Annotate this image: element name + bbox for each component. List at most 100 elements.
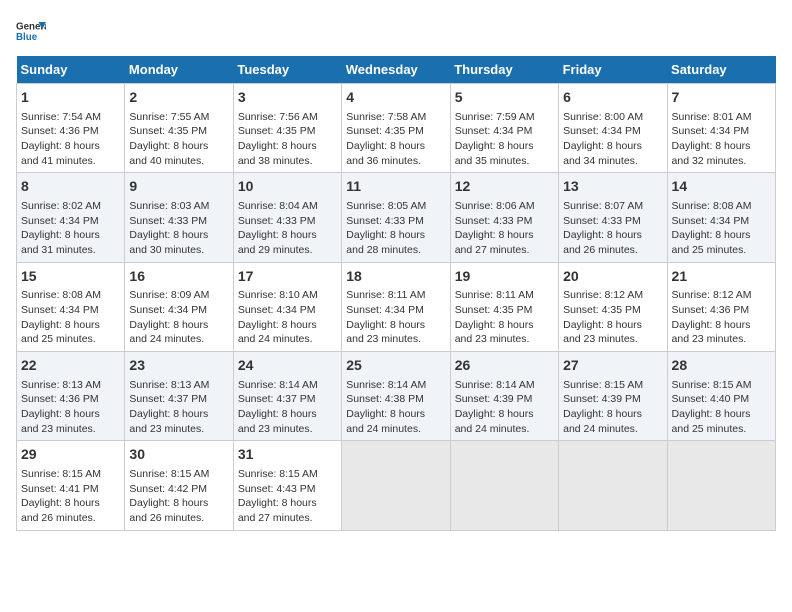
calendar-cell: 13Sunrise: 8:07 AMSunset: 4:33 PMDayligh… [559,173,667,262]
cell-info: Daylight: 8 hours [563,139,662,154]
cell-info: Sunset: 4:39 PM [563,392,662,407]
cell-info: and 25 minutes. [672,422,771,437]
day-number: 4 [346,88,445,108]
calendar-cell: 30Sunrise: 8:15 AMSunset: 4:42 PMDayligh… [125,441,233,530]
cell-info: Daylight: 8 hours [563,228,662,243]
calendar-week-4: 22Sunrise: 8:13 AMSunset: 4:36 PMDayligh… [17,352,776,441]
cell-info: Sunrise: 8:08 AM [21,288,120,303]
calendar-cell: 23Sunrise: 8:13 AMSunset: 4:37 PMDayligh… [125,352,233,441]
cell-info: Sunset: 4:36 PM [21,392,120,407]
cell-info: and 25 minutes. [672,243,771,258]
cell-info: and 26 minutes. [129,511,228,526]
calendar-cell: 7Sunrise: 8:01 AMSunset: 4:34 PMDaylight… [667,84,775,173]
day-number: 16 [129,267,228,287]
cell-info: Daylight: 8 hours [672,318,771,333]
cell-info: Sunrise: 8:15 AM [563,378,662,393]
cell-info: Daylight: 8 hours [21,139,120,154]
cell-info: Sunrise: 8:14 AM [455,378,554,393]
calendar-cell: 3Sunrise: 7:56 AMSunset: 4:35 PMDaylight… [233,84,341,173]
cell-info: Daylight: 8 hours [346,318,445,333]
calendar-cell: 24Sunrise: 8:14 AMSunset: 4:37 PMDayligh… [233,352,341,441]
day-number: 13 [563,177,662,197]
svg-text:Blue: Blue [16,32,38,43]
calendar-cell: 15Sunrise: 8:08 AMSunset: 4:34 PMDayligh… [17,262,125,351]
cell-info: Sunset: 4:34 PM [672,214,771,229]
cell-info: and 24 minutes. [129,332,228,347]
header-friday: Friday [559,56,667,84]
calendar-cell: 2Sunrise: 7:55 AMSunset: 4:35 PMDaylight… [125,84,233,173]
cell-info: Sunrise: 8:15 AM [21,467,120,482]
cell-info: Sunset: 4:34 PM [129,303,228,318]
day-number: 19 [455,267,554,287]
day-number: 11 [346,177,445,197]
cell-info: Sunset: 4:34 PM [21,214,120,229]
cell-info: and 38 minutes. [238,154,337,169]
calendar-cell: 5Sunrise: 7:59 AMSunset: 4:34 PMDaylight… [450,84,558,173]
cell-info: Sunset: 4:41 PM [21,482,120,497]
cell-info: Sunset: 4:42 PM [129,482,228,497]
cell-info: Sunrise: 7:56 AM [238,110,337,125]
cell-info: Daylight: 8 hours [346,228,445,243]
cell-info: and 36 minutes. [346,154,445,169]
cell-info: Daylight: 8 hours [455,318,554,333]
cell-info: Daylight: 8 hours [238,318,337,333]
cell-info: Daylight: 8 hours [672,139,771,154]
cell-info: Sunrise: 8:02 AM [21,199,120,214]
cell-info: Sunset: 4:34 PM [672,124,771,139]
day-number: 10 [238,177,337,197]
cell-info: Daylight: 8 hours [129,139,228,154]
cell-info: Daylight: 8 hours [129,318,228,333]
cell-info: Sunset: 4:35 PM [346,124,445,139]
cell-info: Sunset: 4:34 PM [563,124,662,139]
calendar-cell: 6Sunrise: 8:00 AMSunset: 4:34 PMDaylight… [559,84,667,173]
cell-info: and 24 minutes. [455,422,554,437]
cell-info: Sunset: 4:34 PM [21,303,120,318]
calendar-table: SundayMondayTuesdayWednesdayThursdayFrid… [16,56,776,531]
cell-info: Daylight: 8 hours [455,407,554,422]
cell-info: Sunset: 4:35 PM [238,124,337,139]
day-number: 14 [672,177,771,197]
cell-info: Sunrise: 8:07 AM [563,199,662,214]
calendar-cell: 22Sunrise: 8:13 AMSunset: 4:36 PMDayligh… [17,352,125,441]
cell-info: Sunset: 4:43 PM [238,482,337,497]
cell-info: Sunset: 4:33 PM [129,214,228,229]
cell-info: Sunset: 4:33 PM [455,214,554,229]
calendar-week-5: 29Sunrise: 8:15 AMSunset: 4:41 PMDayligh… [17,441,776,530]
cell-info: and 35 minutes. [455,154,554,169]
cell-info: Sunrise: 8:13 AM [21,378,120,393]
calendar-cell: 20Sunrise: 8:12 AMSunset: 4:35 PMDayligh… [559,262,667,351]
cell-info: Daylight: 8 hours [563,318,662,333]
day-number: 27 [563,356,662,376]
day-number: 6 [563,88,662,108]
cell-info: and 23 minutes. [563,332,662,347]
cell-info: and 32 minutes. [672,154,771,169]
cell-info: Daylight: 8 hours [129,407,228,422]
cell-info: Daylight: 8 hours [455,228,554,243]
cell-info: Sunrise: 8:08 AM [672,199,771,214]
cell-info: Sunset: 4:34 PM [346,303,445,318]
cell-info: Sunrise: 8:01 AM [672,110,771,125]
cell-info: and 24 minutes. [346,422,445,437]
cell-info: Sunrise: 8:05 AM [346,199,445,214]
calendar-cell: 16Sunrise: 8:09 AMSunset: 4:34 PMDayligh… [125,262,233,351]
cell-info: Daylight: 8 hours [238,407,337,422]
cell-info: Sunrise: 8:03 AM [129,199,228,214]
cell-info: Daylight: 8 hours [346,139,445,154]
calendar-cell: 11Sunrise: 8:05 AMSunset: 4:33 PMDayligh… [342,173,450,262]
cell-info: and 31 minutes. [21,243,120,258]
header-tuesday: Tuesday [233,56,341,84]
day-number: 31 [238,445,337,465]
cell-info: Sunrise: 8:04 AM [238,199,337,214]
calendar-cell: 10Sunrise: 8:04 AMSunset: 4:33 PMDayligh… [233,173,341,262]
cell-info: and 24 minutes. [563,422,662,437]
cell-info: Sunset: 4:37 PM [129,392,228,407]
cell-info: Daylight: 8 hours [238,496,337,511]
calendar-cell [342,441,450,530]
cell-info: Sunset: 4:40 PM [672,392,771,407]
cell-info: Daylight: 8 hours [21,407,120,422]
cell-info: Daylight: 8 hours [672,228,771,243]
day-number: 5 [455,88,554,108]
cell-info: Sunset: 4:36 PM [672,303,771,318]
cell-info: Daylight: 8 hours [21,318,120,333]
header-thursday: Thursday [450,56,558,84]
